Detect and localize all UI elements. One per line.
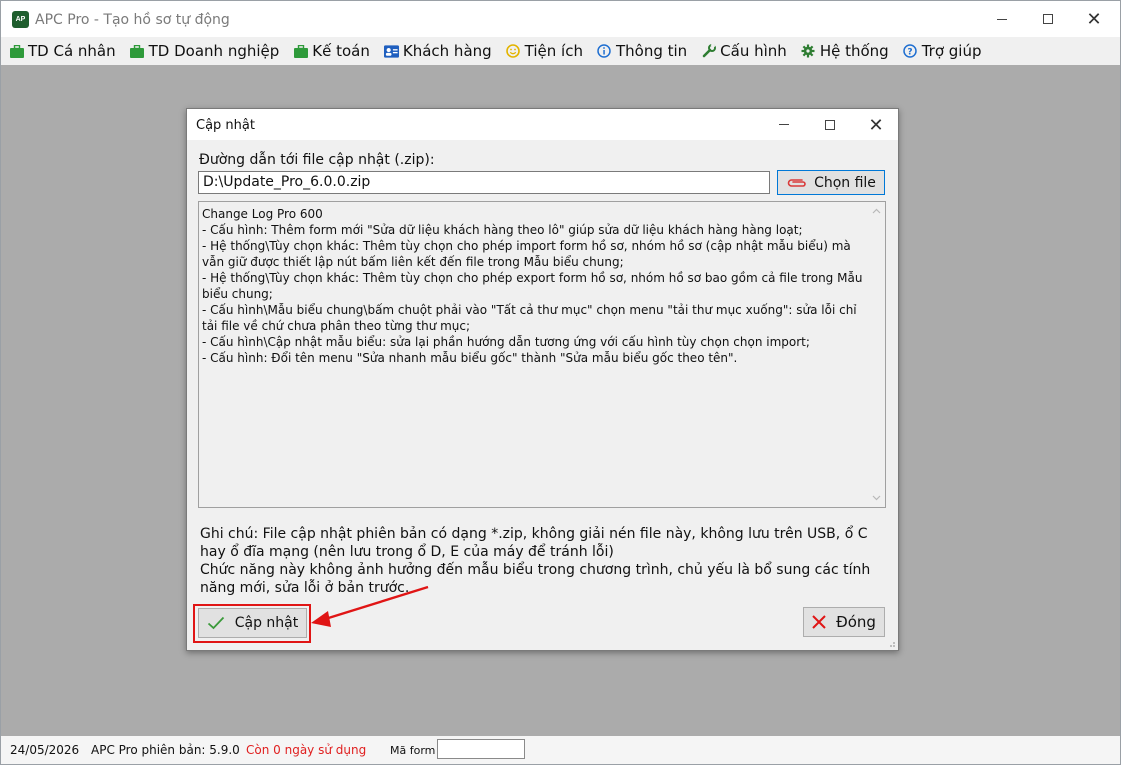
x-icon <box>812 615 826 629</box>
title-bar: AP APC Pro - Tạo hồ sơ tự động ✕ <box>1 1 1120 37</box>
update-dialog: Cập nhật ✕ Đường dẫn tới file cập nhật (… <box>186 108 899 651</box>
briefcase-icon <box>293 44 308 59</box>
dialog-minimize-button[interactable] <box>761 109 807 140</box>
minimize-icon <box>779 124 789 125</box>
changelog-text: Change Log Pro 600 - Cấu hình: Thêm form… <box>202 207 863 365</box>
close-icon: ✕ <box>1086 9 1102 29</box>
menu-td-doanh-nghiep[interactable]: TD Doanh nghiệp <box>122 37 286 65</box>
menu-label: TD Cá nhân <box>28 42 116 60</box>
menu-he-thong[interactable]: Hệ thống <box>793 37 895 65</box>
menu-label: Khách hàng <box>402 42 492 60</box>
close-icon: ✕ <box>868 114 884 135</box>
scroll-up-icon[interactable] <box>872 207 881 216</box>
menu-td-ca-nhan[interactable]: TD Cá nhân <box>1 37 122 65</box>
app-logo: AP <box>12 11 29 28</box>
dialog-maximize-button[interactable] <box>807 109 853 140</box>
choose-file-label: Chọn file <box>814 174 876 191</box>
minimize-button[interactable] <box>979 1 1025 37</box>
note-text: Ghi chú: File cập nhật phiên bản có dạng… <box>200 526 871 596</box>
close-label: Đóng <box>836 613 876 631</box>
menu-label: Tiện ích <box>524 42 583 60</box>
maximize-button[interactable] <box>1025 1 1071 37</box>
dialog-title-bar: Cập nhật ✕ <box>187 109 898 140</box>
menu-label: Cấu hình <box>720 42 787 60</box>
paperclip-icon <box>786 177 808 189</box>
changelog-scrollbar[interactable] <box>868 202 885 507</box>
gear-icon <box>801 44 816 59</box>
briefcase-icon <box>130 44 145 59</box>
help-icon: ? <box>903 44 918 59</box>
update-label: Cập nhật <box>234 615 299 631</box>
file-path-label: Đường dẫn tới file cập nhật (.zip): <box>199 152 435 168</box>
close-window-button[interactable]: ✕ <box>1071 1 1117 37</box>
menu-khach-hang[interactable]: Khách hàng <box>376 37 498 65</box>
menu-tro-giup[interactable]: ? Trợ giúp <box>895 37 988 65</box>
update-button[interactable]: Cập nhật <box>198 608 307 638</box>
close-dialog-button[interactable]: Đóng <box>803 607 885 637</box>
maximize-icon <box>1043 14 1053 24</box>
contact-card-icon <box>383 44 399 59</box>
status-bar: 24/05/2026 APC Pro phiên bản: 5.9.0 Còn … <box>1 736 1120 764</box>
dialog-title: Cập nhật <box>196 118 255 133</box>
menu-thong-tin[interactable]: Thông tin <box>589 37 693 65</box>
ma-form-label: Mã form <box>390 744 436 757</box>
menu-cau-hinh[interactable]: Cấu hình <box>693 37 793 65</box>
file-path-input[interactable]: D:\Update_Pro_6.0.0.zip <box>198 171 770 194</box>
ma-form-input[interactable] <box>437 739 525 759</box>
menu-label: Trợ giúp <box>921 42 982 60</box>
menu-ke-toan[interactable]: Kế toán <box>285 37 376 65</box>
menu-label: Hệ thống <box>819 42 889 60</box>
choose-file-button[interactable]: Chọn file <box>777 170 885 195</box>
menu-label: Thông tin <box>615 42 688 60</box>
status-date: 24/05/2026 <box>10 743 80 757</box>
status-version: APC Pro phiên bản: 5.9.0 <box>91 743 240 757</box>
svg-text:?: ? <box>908 47 913 57</box>
menu-tien-ich[interactable]: Tiện ích <box>498 37 589 65</box>
changelog-textbox[interactable]: Change Log Pro 600 - Cấu hình: Thêm form… <box>198 201 886 508</box>
menu-label: Kế toán <box>312 42 370 60</box>
smiley-icon <box>506 44 521 59</box>
maximize-icon <box>825 119 835 130</box>
menu-bar: TD Cá nhân TD Doanh nghiệp Kế toán Khách… <box>1 37 1120 65</box>
checkmark-icon <box>207 616 225 630</box>
resize-grip-icon[interactable] <box>886 638 896 648</box>
window-title: APC Pro - Tạo hồ sơ tự động <box>35 12 230 28</box>
minimize-icon <box>997 18 1007 20</box>
wrench-icon <box>701 44 716 59</box>
scroll-down-icon[interactable] <box>872 493 881 502</box>
menu-label: TD Doanh nghiệp <box>148 42 280 60</box>
briefcase-icon <box>9 44 24 59</box>
status-remaining-days: Còn 0 ngày sử dụng <box>246 743 367 757</box>
info-icon <box>597 44 612 59</box>
dialog-close-button[interactable]: ✕ <box>853 109 899 140</box>
